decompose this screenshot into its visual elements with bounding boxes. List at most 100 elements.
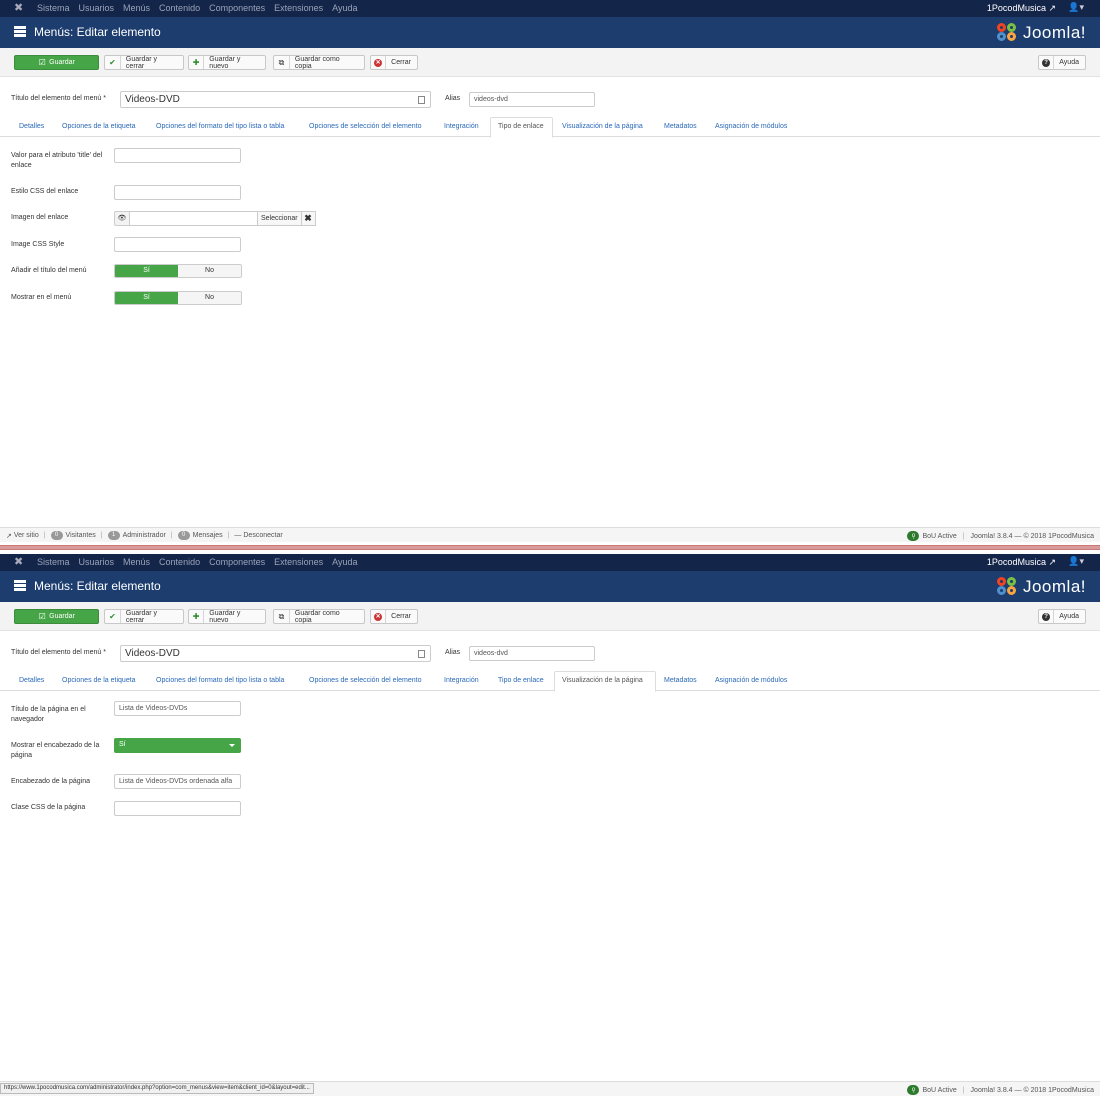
tab-integracion[interactable]: Integración xyxy=(444,117,479,137)
save-button[interactable]: ☑ Guardar xyxy=(14,609,99,624)
version-text: Joomla! 3.8.4 — © 2018 1PocodMusica xyxy=(970,532,1094,540)
alias-field[interactable]: videos-dvd xyxy=(469,646,595,661)
heading-label: Encabezado de la página xyxy=(11,778,91,785)
tab-metadatos[interactable]: Metadatos xyxy=(664,671,697,691)
save-new-button[interactable]: ✚ Guardar y nuevo xyxy=(188,609,266,624)
image-path-input[interactable] xyxy=(130,211,258,226)
check-icon: ✔ xyxy=(105,610,121,623)
tab-tipo-enlace[interactable]: Tipo de enlace xyxy=(490,117,553,138)
menu-ayuda[interactable]: Ayuda xyxy=(332,3,357,13)
close-button[interactable]: ✕ Cerrar xyxy=(370,609,418,624)
add-title-yes[interactable]: Sí xyxy=(115,265,178,277)
help-button[interactable]: ? Ayuda xyxy=(1038,609,1086,624)
add-title-toggle: Sí No xyxy=(114,264,242,278)
clipboard-icon xyxy=(418,650,425,658)
title-value: Videos-DVD xyxy=(125,94,180,105)
tab-detalles[interactable]: Detalles xyxy=(19,671,44,691)
tab-modulos[interactable]: Asignación de módulos xyxy=(715,117,787,137)
menu-extensiones[interactable]: Extensiones xyxy=(274,557,323,567)
save-new-button[interactable]: ✚ Guardar y nuevo xyxy=(188,55,266,70)
site-link[interactable]: 1PocodMusica ↗ xyxy=(987,3,1056,14)
save-close-button[interactable]: ✔ Guardar y cerrar xyxy=(104,55,184,70)
css-style-input[interactable] xyxy=(114,185,241,200)
add-title-no[interactable]: No xyxy=(178,265,241,277)
view-site-link[interactable]: Ver sitio xyxy=(14,532,39,539)
title-attr-input[interactable] xyxy=(114,148,241,163)
clear-image-icon[interactable]: ✖ xyxy=(301,211,316,226)
tab-seleccion[interactable]: Opciones de selección del elemento xyxy=(309,117,421,137)
bou-icon: ǫ xyxy=(907,531,920,541)
tab-detalles[interactable]: Detalles xyxy=(19,117,44,137)
css-class-input[interactable] xyxy=(114,801,241,816)
close-icon: ✕ xyxy=(371,56,387,69)
tab-tipo-enlace[interactable]: Tipo de enlace xyxy=(498,671,544,691)
menu-componentes[interactable]: Componentes xyxy=(209,557,265,567)
show-menu-yes[interactable]: Sí xyxy=(115,292,178,304)
heading-input[interactable]: Lista de Videos-DVDs ordenada alfa xyxy=(114,774,241,789)
menu-usuarios[interactable]: Usuarios xyxy=(79,3,115,13)
plus-icon: ✚ xyxy=(189,610,205,623)
menu-ayuda[interactable]: Ayuda xyxy=(332,557,357,567)
site-link[interactable]: 1PocodMusica ↗ xyxy=(987,557,1056,568)
menu-menus[interactable]: Menús xyxy=(123,3,150,13)
save-close-button[interactable]: ✔ Guardar y cerrar xyxy=(104,609,184,624)
joomla-x-icon[interactable]: ✖ xyxy=(14,2,26,14)
show-menu-no[interactable]: No xyxy=(178,292,241,304)
help-button[interactable]: ? Ayuda xyxy=(1038,55,1086,70)
joomla-wordmark: Joomla! xyxy=(1022,23,1086,42)
close-label: Cerrar xyxy=(391,613,411,620)
bou-status[interactable]: BoU Active xyxy=(922,1087,956,1094)
menu-contenido[interactable]: Contenido xyxy=(159,3,200,13)
check-icon: ✔ xyxy=(105,56,121,69)
tab-visualizacion[interactable]: Visualización de la página xyxy=(562,117,643,137)
logout-link[interactable]: Desconectar xyxy=(243,532,282,539)
css-style-label: Estilo CSS del enlace xyxy=(11,188,79,195)
copy-icon: ⧉ xyxy=(274,610,290,623)
tab-etiqueta[interactable]: Opciones de la etiqueta xyxy=(62,117,136,137)
user-icon[interactable]: 👤▾ xyxy=(1068,2,1084,13)
tab-integracion[interactable]: Integración xyxy=(444,671,479,691)
plus-icon: ✚ xyxy=(189,56,205,69)
show-heading-select[interactable]: Sí xyxy=(114,738,241,753)
menu-usuarios[interactable]: Usuarios xyxy=(79,557,115,567)
user-icon[interactable]: 👤▾ xyxy=(1068,556,1084,567)
alias-field[interactable]: videos-dvd xyxy=(469,92,595,107)
close-button[interactable]: ✕ Cerrar xyxy=(370,55,418,70)
bou-status[interactable]: BoU Active xyxy=(922,533,956,540)
menu-sistema[interactable]: Sistema xyxy=(37,557,70,567)
tab-seleccion[interactable]: Opciones de selección del elemento xyxy=(309,671,421,691)
menu-menus[interactable]: Menús xyxy=(123,557,150,567)
clipboard-icon xyxy=(418,96,425,104)
tab-formato-lista[interactable]: Opciones del formato del tipo lista o ta… xyxy=(156,671,284,691)
title-label: Título del elemento del menú * xyxy=(11,95,106,102)
joomla-x-icon[interactable]: ✖ xyxy=(14,556,26,568)
menu-extensiones[interactable]: Extensiones xyxy=(274,3,323,13)
eye-icon[interactable]: 👁 xyxy=(114,211,130,226)
tab-formato-lista[interactable]: Opciones del formato del tipo lista o ta… xyxy=(156,117,284,137)
image-css-input[interactable] xyxy=(114,237,241,252)
admins-link[interactable]: Administrador xyxy=(123,532,166,539)
select-image-button[interactable]: Seleccionar xyxy=(258,211,302,226)
tab-visualizacion[interactable]: Visualización de la página xyxy=(554,671,656,692)
title-field[interactable]: Videos-DVD xyxy=(120,645,431,662)
screenshot-page-display: ✖ Sistema Usuarios Menús Contenido Compo… xyxy=(0,554,1100,1096)
menu-sistema[interactable]: Sistema xyxy=(37,3,70,13)
tab-etiqueta[interactable]: Opciones de la etiqueta xyxy=(62,671,136,691)
save-button[interactable]: ☑ Guardar xyxy=(14,55,99,70)
tab-metadatos[interactable]: Metadatos xyxy=(664,117,697,137)
admins-badge: 1 xyxy=(107,531,120,540)
status-left: ↗ Ver sitio | 0 Visitantes | 1 Administr… xyxy=(6,531,283,540)
browser-title-input[interactable]: Lista de Videos-DVDs xyxy=(114,701,241,716)
save-copy-button[interactable]: ⧉ Guardar como copia xyxy=(273,55,365,70)
joomla-mark-icon xyxy=(996,577,1019,597)
menu-componentes[interactable]: Componentes xyxy=(209,3,265,13)
alias-label: Alias xyxy=(445,95,461,102)
image-field: 👁 Seleccionar ✖ xyxy=(114,211,316,226)
status-bar: ↗ Ver sitio | 0 Visitantes | 1 Administr… xyxy=(0,527,1100,542)
visitors-link[interactable]: Visitantes xyxy=(66,532,96,539)
menu-contenido[interactable]: Contenido xyxy=(159,557,200,567)
messages-link[interactable]: Mensajes xyxy=(193,532,223,539)
tab-modulos[interactable]: Asignación de módulos xyxy=(715,671,787,691)
save-copy-button[interactable]: ⧉ Guardar como copia xyxy=(273,609,365,624)
title-field[interactable]: Videos-DVD xyxy=(120,91,431,108)
